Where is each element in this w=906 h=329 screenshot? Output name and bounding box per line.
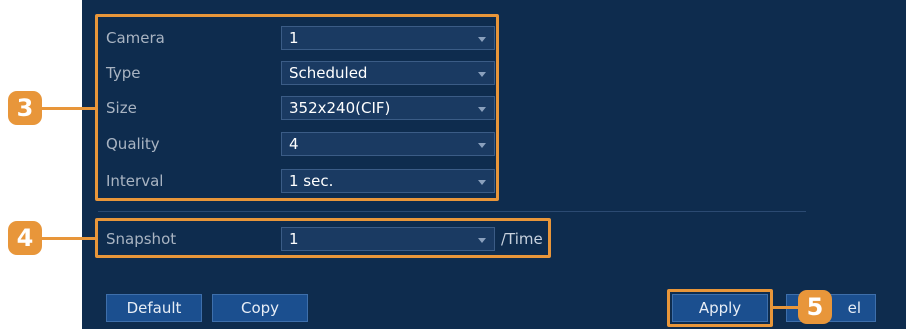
callout-box-snapshot xyxy=(95,218,551,258)
callout-badge-4: 4 xyxy=(8,221,42,255)
callout-badge-3: 3 xyxy=(8,91,42,125)
callout-badge-5: 5 xyxy=(798,290,832,324)
callout-4-connector xyxy=(40,237,96,240)
callout-box-settings xyxy=(95,14,499,201)
default-button[interactable]: Default xyxy=(106,294,202,322)
callout-5-connector xyxy=(772,306,800,309)
callout-3-connector xyxy=(40,107,96,110)
callout-box-apply xyxy=(667,289,773,327)
section-divider xyxy=(98,211,806,212)
copy-button[interactable]: Copy xyxy=(212,294,308,322)
